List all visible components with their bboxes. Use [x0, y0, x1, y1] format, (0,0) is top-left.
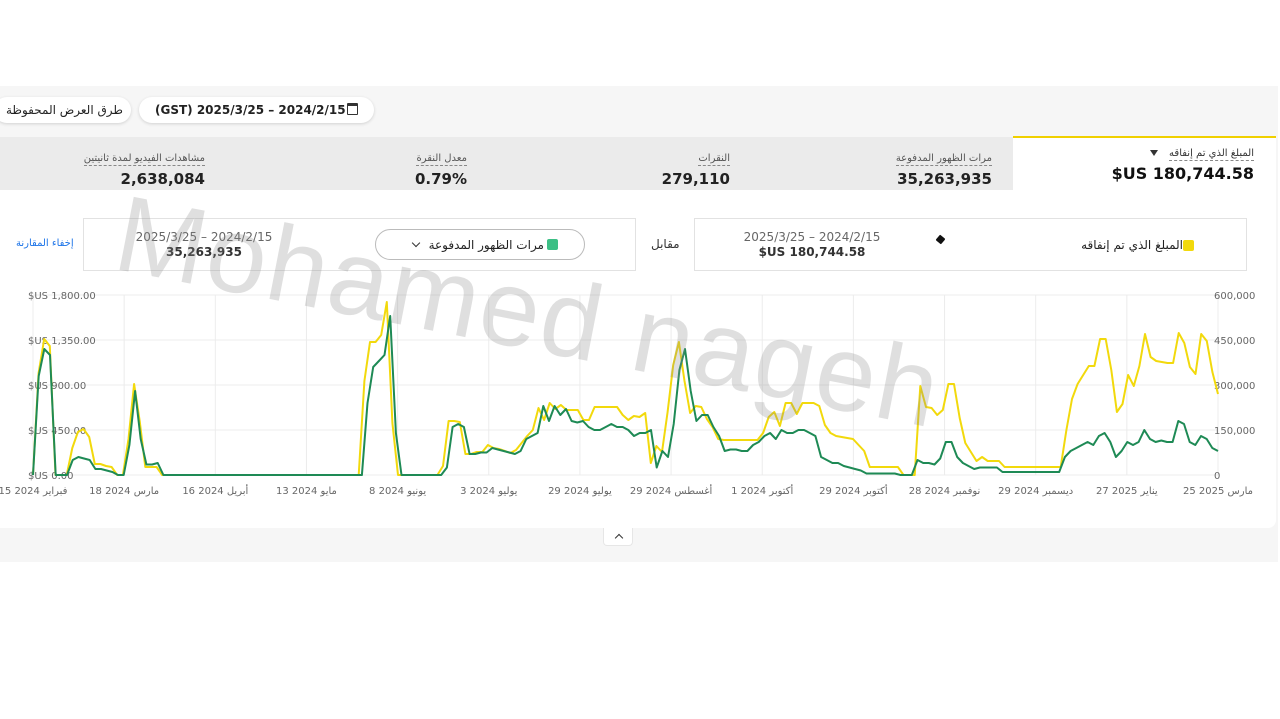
- secondary-series-box: 2025/3/25 – 2024/2/15 35,263,935 مرات ال…: [83, 218, 636, 271]
- compare-metric-select[interactable]: مرات الظهور المدفوعة: [375, 229, 585, 260]
- x-tick-label: 1 أكتوبر 2024: [731, 484, 793, 497]
- metric-paid-impressions[interactable]: مرات الظهور المدفوعة 35,263,935: [872, 146, 992, 188]
- x-tick-label: 15 فبراير 2024: [0, 486, 68, 497]
- x-tick-label: 28 نوفمبر 2024: [909, 486, 981, 497]
- x-tick-label: 29 أغسطس 2024: [630, 484, 713, 497]
- metric-clicks[interactable]: النقرات 279,110: [630, 146, 730, 188]
- y-right-tick-label: 600,000: [1214, 291, 1255, 302]
- y-left-tick-label: $US 1,350.00: [28, 336, 96, 347]
- date-range-label: (GST) 2025/3/25 – 2024/2/15: [155, 103, 346, 117]
- y-right-tick-label: 450,000: [1214, 336, 1255, 347]
- primary-date-range: 2025/3/25 – 2024/2/15 $US 180,744.58: [712, 230, 912, 259]
- metric-value: 279,110: [661, 170, 730, 188]
- primary-series-box: المبلغ الذي تم إنفاقه 2025/3/25 – 2024/2…: [694, 218, 1247, 271]
- metric-value: 2,638,084: [120, 170, 205, 188]
- metric-label: النقرات: [698, 153, 730, 166]
- secondary-date-range: 2025/3/25 – 2024/2/15 35,263,935: [104, 230, 304, 259]
- chevron-up-icon: [614, 533, 624, 543]
- metric-label: المبلغ الذي تم إنفاقه: [1169, 148, 1254, 161]
- y-axis-labels: $US 0.00 0$US 450.00 150,000$US 900.00 300,…: [28, 291, 1255, 482]
- x-tick-label: 27 يناير 2025: [1096, 486, 1158, 497]
- y-right-tick-label: 300,000: [1214, 381, 1255, 392]
- x-tick-label: 29 ديسمبر 2024: [998, 486, 1073, 497]
- primary-total: $US 180,744.58: [758, 245, 866, 259]
- x-tick-label: 8 يونيو 2024: [369, 486, 426, 497]
- chart-series: [32, 301, 1219, 476]
- y-left-tick-label: $US 1,800.00: [28, 291, 96, 302]
- compare-metric-name: مرات الظهور المدفوعة: [428, 238, 544, 252]
- saved-views-button[interactable]: طرق العرض المحفوظة: [0, 97, 131, 123]
- calendar-icon: [347, 103, 358, 115]
- metric-value: 35,263,935: [897, 170, 992, 188]
- metric-ctr[interactable]: معدل النقرة 0.79%: [367, 146, 467, 188]
- metric-label: مشاهدات الفيديو لمدة ثانيتين: [83, 153, 205, 166]
- secondary-total: 35,263,935: [166, 245, 242, 259]
- green-swatch-icon: [547, 239, 558, 250]
- y-right-tick-label: 0: [1214, 471, 1220, 482]
- metric-label: مرات الظهور المدفوعة: [895, 153, 992, 166]
- primary-series-label: المبلغ الذي تم إنفاقه: [1081, 238, 1194, 252]
- x-tick-label: 29 يوليو 2024: [548, 486, 612, 497]
- x-tick-label: 16 أبريل 2024: [182, 484, 248, 497]
- primary-date: 2025/3/25 – 2024/2/15: [743, 230, 881, 244]
- secondary-date: 2025/3/25 – 2024/2/15: [135, 230, 273, 244]
- line-chart: $US 0.00 0$US 450.00 150,000$US 900.00 300,…: [0, 291, 1255, 497]
- x-tick-label: 29 أكتوبر 2024: [819, 484, 888, 497]
- caret-down-icon[interactable]: [1150, 150, 1158, 156]
- x-tick-label: 25 مارس 2025: [1183, 486, 1253, 497]
- metric-label: معدل النقرة: [416, 153, 467, 166]
- x-tick-label: 18 مارس 2024: [89, 486, 159, 497]
- x-axis-labels: 15 فبراير 2024 18 مارس 2024 16 أبريل 2024 1…: [0, 484, 1253, 497]
- spend-series-line: [32, 301, 1219, 476]
- metric-video-views[interactable]: مشاهدات الفيديو لمدة ثانيتين 2,638,084: [80, 146, 205, 188]
- saved-views-label: طرق العرض المحفوظة: [6, 103, 123, 117]
- x-tick-label: 13 مايو 2024: [276, 486, 337, 497]
- yellow-swatch-icon: [1183, 240, 1194, 251]
- y-right-tick-label: 150,000: [1214, 426, 1255, 437]
- primary-series-name: المبلغ الذي تم إنفاقه: [1081, 238, 1183, 252]
- x-tick-label: 3 يوليو 2024: [460, 486, 518, 497]
- metric-value: $US 180,744.58: [1111, 164, 1254, 183]
- date-range-picker[interactable]: (GST) 2025/3/25 – 2024/2/15: [139, 97, 374, 123]
- metric-amount-spent[interactable]: المبلغ الذي تم إنفاقه $US 180,744.58: [1013, 136, 1276, 190]
- chevron-down-icon: [411, 238, 421, 248]
- hide-comparison-link[interactable]: إخفاء المقارنة: [16, 238, 74, 249]
- collapse-button[interactable]: [603, 528, 633, 546]
- metric-value: 0.79%: [414, 170, 467, 188]
- versus-label: مقابل: [651, 237, 680, 251]
- chart-grid: [32, 294, 1219, 476]
